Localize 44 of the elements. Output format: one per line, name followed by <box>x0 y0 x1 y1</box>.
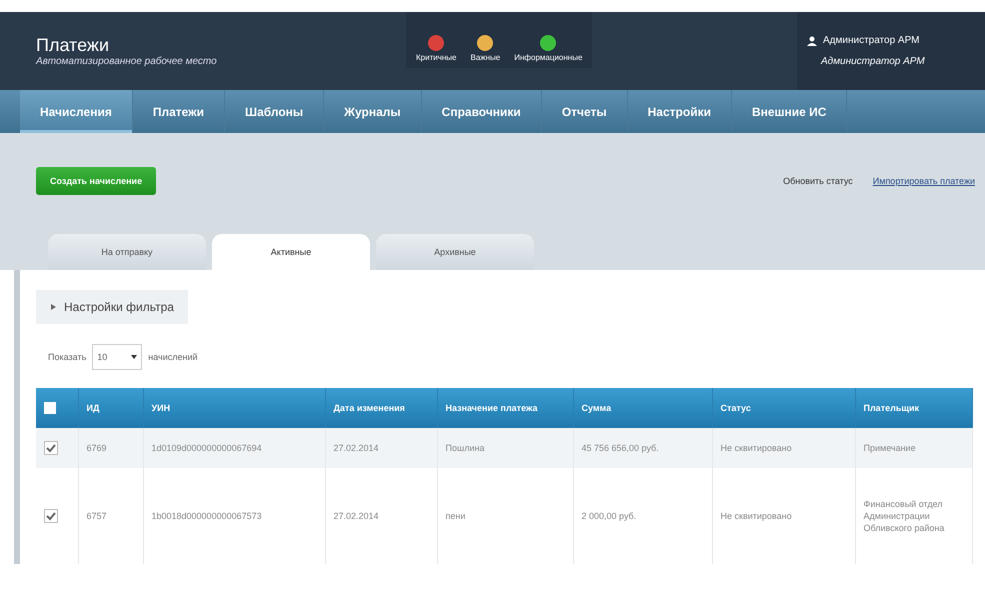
alert-indicator[interactable]: Информационные <box>514 35 582 62</box>
table-cell: Примечание <box>855 428 972 468</box>
show-label: Показать <box>48 352 86 362</box>
column-header[interactable]: Плательщик <box>855 388 972 428</box>
alert-indicator[interactable]: Важные <box>470 35 500 62</box>
user-icon <box>807 36 817 46</box>
create-button[interactable]: Создать начисление <box>36 167 156 195</box>
import-payments-link[interactable]: Импортировать платежи <box>872 176 975 186</box>
table-cell: 1d0109d000000000067694 <box>143 428 325 468</box>
filter-toggle[interactable]: Настройки фильтра <box>36 290 188 324</box>
dropdown-caret-icon <box>131 355 138 359</box>
user-name[interactable]: Администратор АРМ <box>823 35 920 46</box>
show-suffix: начислений <box>148 352 198 362</box>
refresh-status-link[interactable]: Обновить статус <box>783 176 853 186</box>
select-all-checkbox[interactable] <box>44 402 56 414</box>
column-header[interactable]: Статус <box>712 388 855 428</box>
row-checkbox[interactable] <box>44 441 58 455</box>
table-cell: 1b0018d000000000067573 <box>143 468 325 564</box>
alert-indicator[interactable]: Критичные <box>416 35 456 62</box>
table-cell: 45 756 656,00 руб. <box>573 428 712 468</box>
user-role: Администратор АРМ <box>820 56 926 67</box>
table-cell: 27.02.2014 <box>325 468 437 564</box>
list-tab[interactable]: На отправку <box>48 234 206 270</box>
column-header[interactable]: ИД <box>78 388 143 428</box>
table-cell: 6757 <box>78 468 143 564</box>
table-cell: Пошлина <box>437 428 573 468</box>
column-header[interactable]: УИН <box>143 388 325 428</box>
row-checkbox[interactable] <box>44 509 58 523</box>
column-header[interactable]: Дата изменения <box>325 388 437 428</box>
nav-tab[interactable]: Начисления <box>20 90 133 133</box>
table-cell: 27.02.2014 <box>325 428 437 468</box>
table-cell: пени <box>437 468 573 564</box>
table-cell: 2 000,00 руб. <box>573 468 712 564</box>
page-size-select[interactable]: 10 <box>92 344 142 370</box>
app-title: Платежи <box>36 35 110 56</box>
table-cell: Не сквитировано <box>712 428 855 468</box>
table-cell: Финансовый отдел Администрации Обливского района <box>855 468 972 564</box>
column-header[interactable]: Назначение платежа <box>437 388 573 428</box>
app-subtitle: Автоматизированное рабочее место <box>36 56 218 67</box>
column-header[interactable]: Сумма <box>573 388 712 428</box>
list-tab[interactable]: Активные <box>212 234 370 270</box>
table-cell: 6769 <box>78 428 143 468</box>
list-tab[interactable]: Архивные <box>376 234 534 270</box>
table-cell: Не сквитировано <box>712 468 855 564</box>
